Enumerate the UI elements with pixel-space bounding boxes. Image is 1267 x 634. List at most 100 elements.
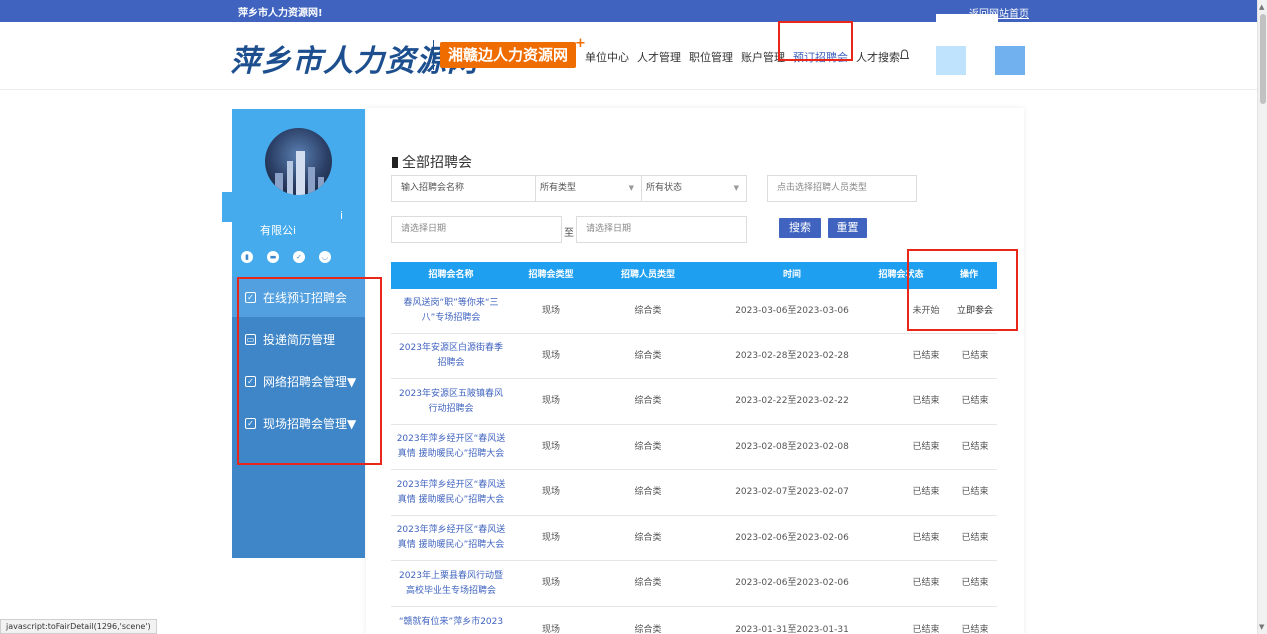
nav-item-talent-management[interactable]: 人才管理 (637, 49, 681, 65)
badge-row: ▮ ▬ ✓ ◡ (241, 251, 345, 263)
table-row: 2023年安源区白源街春季招聘会 现场 综合类 2023-02-28至2023-… (391, 334, 997, 379)
column-header-name: 招聘会名称 (428, 270, 474, 280)
avatar-building (318, 177, 324, 195)
fair-name-link[interactable]: “赣就有位来”萍乡市2023 (391, 607, 511, 634)
avatar-building (308, 167, 315, 195)
welcome-text: 萍乡市人力资源网! (238, 8, 323, 19)
time-cell: 2023-02-06至2023-02-06 (735, 532, 849, 543)
time-cell: 2023-02-28至2023-02-28 (735, 350, 849, 361)
table-row: 2023年萍乡经开区“春风送真情 援助暖民心”招聘大会 现场 综合类 2023-… (391, 470, 997, 516)
time-cell: 2023-02-08至2023-02-08 (735, 441, 849, 452)
search-button[interactable]: 搜索 (779, 218, 821, 238)
top-bar: 萍乡市人力资源网! 返回网站首页 (0, 0, 1257, 23)
fair-name-link[interactable]: 2023年萍乡经开区“春风送真情 援助暖民心”招聘大会 (391, 470, 511, 515)
fair-type-cell: 现场 (541, 578, 560, 588)
partner-logo-badge[interactable]: 湘赣边人力资源网 (440, 42, 577, 68)
column-header-time: 时间 (782, 270, 801, 280)
end-date-input[interactable]: 请选择日期 (576, 216, 747, 243)
time-cell: 2023-03-06至2023-03-06 (735, 305, 849, 316)
person-type-cell: 综合类 (634, 578, 662, 588)
company-extra-text: i (340, 209, 344, 222)
person-type-cell: 综合类 (634, 487, 662, 497)
avatar-building (275, 173, 283, 195)
fair-name-link[interactable]: 春风送岗“职”等你来“三八”专场招聘会 (391, 289, 511, 333)
operation-cell: 已结束 (961, 441, 989, 452)
page-scrollbar[interactable]: ▲ ▼ (1257, 0, 1267, 634)
wechat-badge-icon[interactable]: ◡ (319, 251, 331, 263)
reset-button[interactable]: 重置 (828, 218, 867, 238)
start-date-placeholder: 请选择日期 (401, 224, 447, 234)
user-avatar-placeholder[interactable] (936, 46, 966, 75)
license-badge-icon[interactable]: ▬ (267, 251, 279, 263)
logo-divider (433, 40, 434, 70)
nav-item-talent-search[interactable]: 人才搜索 (856, 49, 900, 65)
column-header-person-type: 招聘人员类型 (620, 270, 675, 280)
operation-highlight-box (907, 249, 1018, 331)
fair-name-link[interactable]: 2023年萍乡经开区“春风送真情 援助暖民心”招聘大会 (391, 425, 511, 469)
scrollbar-thumb[interactable] (1260, 14, 1266, 104)
fair-status-select[interactable]: 所有状态 ▼ (641, 175, 747, 202)
time-cell: 2023-02-06至2023-02-06 (735, 578, 849, 588)
fair-type-cell: 现场 (541, 441, 560, 452)
avatar-building (287, 161, 293, 195)
fair-type-select[interactable]: 所有类型 ▼ (535, 175, 642, 202)
fair-type-cell: 现场 (541, 350, 560, 361)
chevron-down-icon: ▼ (733, 184, 739, 192)
check-badge-icon[interactable]: ✓ (293, 251, 305, 263)
table-row: 2023年萍乡经开区“春风送真情 援助暖民心”招聘大会 现场 综合类 2023-… (391, 516, 997, 561)
nav-item-unit-center[interactable]: 单位中心 (585, 49, 629, 65)
fair-name-link[interactable]: 2023年萍乡经开区“春风送真情 援助暖民心”招聘大会 (391, 516, 511, 560)
person-type-input[interactable]: 点击选择招聘人员类型 (767, 175, 917, 202)
site-header: 萍乡市人力资源网 湘赣边人力资源网 + 单位中心 人才管理 职位管理 账户管理 … (0, 22, 1257, 90)
fair-name-placeholder: 输入招聘会名称 (401, 183, 465, 193)
operation-cell: 已结束 (961, 487, 989, 497)
table-row: 2023年上栗县春风行动暨高校毕业生专场招聘会 现场 综合类 2023-02-0… (391, 561, 997, 607)
person-type-cell: 综合类 (634, 625, 662, 634)
time-cell: 2023-02-07至2023-02-07 (735, 487, 849, 497)
menu-placeholder[interactable] (995, 46, 1025, 75)
page-title: 全部招聘会 (392, 152, 472, 172)
fair-type-cell: 现场 (541, 532, 560, 543)
table-row: “赣就有位来”萍乡市2023 现场 综合类 2023-01-31至2023-01… (391, 607, 997, 634)
title-marker (392, 156, 398, 168)
operation-cell: 已结束 (961, 350, 989, 361)
company-avatar[interactable] (265, 128, 332, 195)
chevron-down-icon: ▼ (628, 184, 634, 192)
person-type-cell: 综合类 (634, 396, 662, 406)
person-type-cell: 综合类 (634, 350, 662, 361)
fair-type-cell: 现场 (541, 487, 560, 497)
start-date-input[interactable]: 请选择日期 (391, 216, 562, 243)
fair-name-link[interactable]: 2023年安源区白源街春季招聘会 (391, 334, 511, 378)
browser-status-bar: javascript:toFairDetail(1296,'scene') (0, 619, 157, 634)
return-home-link[interactable]: 返回网站首页 (969, 5, 1029, 20)
fair-type-cell: 现场 (541, 625, 560, 634)
fair-name-link[interactable]: 2023年上栗县春风行动暨高校毕业生专场招聘会 (391, 561, 511, 606)
fair-type-cell: 现场 (541, 305, 560, 316)
bell-icon[interactable] (899, 49, 910, 64)
scroll-up-icon[interactable]: ▲ (1259, 3, 1264, 11)
table-row: 2023年安源区五陂镇春风行动招聘会 现场 综合类 2023-02-22至202… (391, 379, 997, 425)
operation-cell: 已结束 (961, 532, 989, 543)
column-header-type: 招聘会类型 (528, 270, 574, 280)
operation-cell: 已结束 (961, 578, 989, 588)
scroll-down-icon[interactable]: ▼ (1259, 623, 1264, 631)
nav-highlight-box (778, 21, 853, 61)
fair-type-value: 所有类型 (540, 183, 577, 193)
time-cell: 2023-01-31至2023-01-31 (735, 625, 849, 634)
fair-name-input[interactable]: 输入招聘会名称 (391, 175, 536, 202)
person-type-cell: 综合类 (634, 441, 662, 452)
person-type-cell: 综合类 (634, 532, 662, 543)
person-type-cell: 综合类 (634, 305, 662, 316)
operation-cell: 已结束 (961, 396, 989, 406)
fair-status-value: 所有状态 (646, 183, 683, 193)
operation-cell: 已结束 (961, 625, 989, 634)
date-range-separator: 至 (564, 228, 574, 239)
main-nav: 单位中心 人才管理 职位管理 账户管理 预订招聘会 人才搜索 (585, 49, 908, 65)
page-title-text: 全部招聘会 (402, 155, 472, 171)
company-name: 有限公i (260, 224, 297, 237)
verify-badge-icon[interactable]: ▮ (241, 251, 253, 263)
nav-item-job-management[interactable]: 职位管理 (689, 49, 733, 65)
fair-name-link[interactable]: 2023年安源区五陂镇春风行动招聘会 (391, 379, 511, 424)
fair-type-cell: 现场 (541, 396, 560, 406)
table-row: 2023年萍乡经开区“春风送真情 援助暖民心”招聘大会 现场 综合类 2023-… (391, 425, 997, 470)
